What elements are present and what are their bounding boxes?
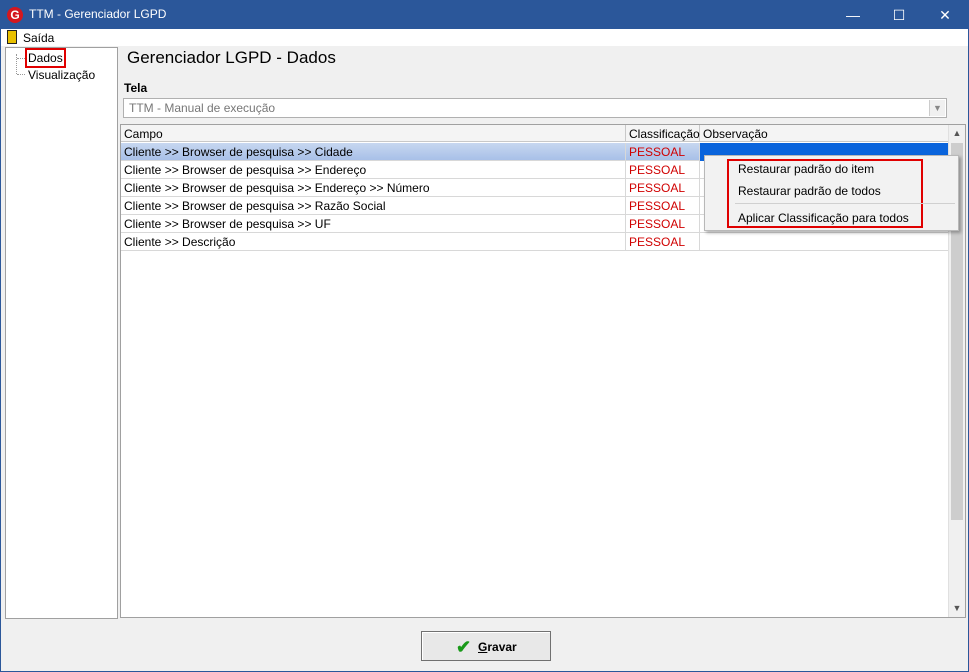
column-header-campo[interactable]: Campo (121, 125, 626, 142)
cell-classificacao[interactable]: PESSOAL (626, 197, 700, 215)
menu-item-restore-item[interactable]: Restaurar padrão do item (738, 162, 874, 176)
door-exit-icon[interactable] (7, 30, 17, 44)
tree-item-visualizacao[interactable]: Visualização (28, 68, 95, 82)
navigation-tree: Dados Visualização (5, 47, 118, 619)
cell-campo[interactable]: Cliente >> Descrição (121, 233, 626, 251)
save-button-label: Gravar (478, 640, 517, 654)
tree-connector (16, 54, 17, 74)
tela-label: Tela (124, 81, 148, 95)
menu-item-exit[interactable]: Saída (23, 31, 54, 45)
context-menu: Restaurar padrão do item Restaurar padrã… (704, 155, 959, 231)
checkmark-icon: ✔ (456, 637, 472, 657)
tree-item-dados[interactable]: Dados (25, 48, 66, 68)
cell-campo[interactable]: Cliente >> Browser de pesquisa >> Endere… (121, 179, 626, 197)
cell-classificacao[interactable]: PESSOAL (626, 179, 700, 197)
column-header-classificacao[interactable]: Classificação (626, 125, 700, 142)
app-logo-icon: G (7, 7, 23, 23)
minimize-button[interactable]: — (830, 1, 876, 29)
scroll-up-icon[interactable]: ▲ (949, 125, 965, 142)
cell-observacao[interactable] (700, 233, 949, 251)
tree-connector (17, 74, 25, 75)
menu-separator (735, 203, 955, 204)
grid-header: Campo Classificação Observação (121, 125, 949, 142)
cell-campo[interactable]: Cliente >> Browser de pesquisa >> UF (121, 215, 626, 233)
tela-select[interactable]: TTM - Manual de execução ▼ (123, 98, 947, 118)
cell-campo[interactable]: Cliente >> Browser de pesquisa >> Endere… (121, 161, 626, 179)
chevron-down-icon[interactable]: ▼ (929, 100, 945, 116)
cell-classificacao[interactable]: PESSOAL (626, 161, 700, 179)
column-header-observacao[interactable]: Observação (700, 125, 949, 142)
page-title: Gerenciador LGPD - Dados (127, 48, 336, 67)
scroll-down-icon[interactable]: ▼ (949, 600, 965, 617)
cell-classificacao[interactable]: PESSOAL (626, 143, 700, 161)
cell-campo[interactable]: Cliente >> Browser de pesquisa >> Razão … (121, 197, 626, 215)
title-bar[interactable]: G TTM - Gerenciador LGPD — ☐ ✕ (1, 1, 968, 29)
tree-connector (17, 58, 25, 59)
window-title: TTM - Gerenciador LGPD (29, 7, 167, 21)
menu-item-apply-classification-all[interactable]: Aplicar Classificação para todos (738, 211, 909, 225)
maximize-button[interactable]: ☐ (876, 1, 922, 29)
save-button[interactable]: ✔ Gravar (421, 631, 551, 661)
tela-select-value: TTM - Manual de execução (129, 101, 276, 115)
close-button[interactable]: ✕ (922, 1, 968, 29)
menu-item-restore-all[interactable]: Restaurar padrão de todos (738, 184, 881, 198)
cell-classificacao[interactable]: PESSOAL (626, 215, 700, 233)
menu-bar: Saída (1, 29, 968, 46)
app-window: G TTM - Gerenciador LGPD — ☐ ✕ Saída Dad… (0, 0, 969, 672)
cell-classificacao[interactable]: PESSOAL (626, 233, 700, 251)
table-row[interactable]: Cliente >> Descrição PESSOAL (121, 233, 949, 251)
cell-campo[interactable]: Cliente >> Browser de pesquisa >> Cidade (121, 143, 626, 161)
